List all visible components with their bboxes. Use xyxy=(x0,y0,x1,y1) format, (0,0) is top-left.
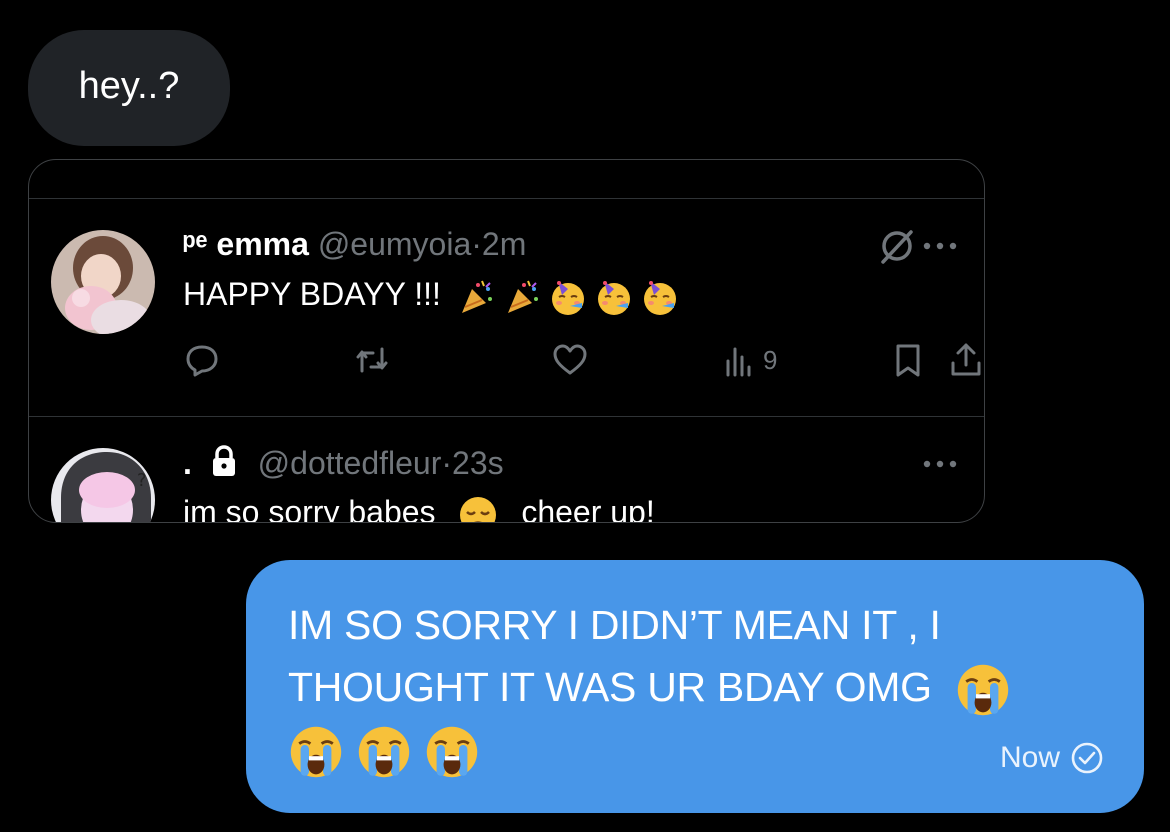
reply-button[interactable] xyxy=(183,340,221,380)
lock-icon xyxy=(212,445,235,476)
sent-check-icon xyxy=(1071,742,1103,774)
svg-text:?: ? xyxy=(137,470,147,491)
display-name[interactable]: . xyxy=(183,445,192,481)
view-count: 9 xyxy=(763,344,778,375)
separator: · xyxy=(441,445,453,481)
reply-icon xyxy=(186,345,218,377)
message-line: THOUGHT IT WAS UR BDAY OMG xyxy=(288,656,1104,718)
repost-button[interactable] xyxy=(353,340,391,380)
loudly-crying-face-icon xyxy=(956,663,1010,717)
partying-face-icon xyxy=(596,279,631,316)
analytics-icon xyxy=(726,347,751,377)
message-status: Now xyxy=(1000,727,1104,789)
loudly-crying-face-icon xyxy=(425,725,479,779)
outgoing-message-bubble[interactable]: IM SO SORRY I DIDN’T MEAN IT , I THOUGHT… xyxy=(246,560,1144,813)
views-button[interactable]: 9 xyxy=(719,340,777,380)
divider xyxy=(29,198,984,199)
avatar[interactable]: ? xyxy=(51,448,155,522)
post-text: im so sorry babes cheer up! xyxy=(183,494,655,523)
display-name[interactable]: emma xyxy=(216,226,309,262)
message-line xyxy=(288,718,1104,780)
timestamp[interactable]: 2m xyxy=(482,226,526,262)
incoming-message-bubble[interactable]: hey..? xyxy=(28,30,230,146)
handle[interactable]: @dottedfleur xyxy=(258,445,442,481)
message-time: Now xyxy=(999,741,1060,774)
grok-icon[interactable] xyxy=(877,226,917,266)
incoming-message-text: hey..? xyxy=(78,64,180,107)
bookmark-icon xyxy=(896,344,920,377)
post-text: HAPPY BDAYY !!! xyxy=(183,276,680,317)
post-text-content: HAPPY BDAYY !!! xyxy=(183,276,441,312)
like-button[interactable] xyxy=(551,340,589,380)
dm-conversation: hey..? ᵖᵉ emma @eumyoia·2m HAPPY BDAYY !… xyxy=(0,0,1170,832)
disappointed-face-icon xyxy=(460,496,497,522)
repost-icon xyxy=(356,347,388,373)
more-icon[interactable] xyxy=(920,458,960,470)
separator: · xyxy=(471,226,482,262)
loudly-crying-face-icon xyxy=(357,725,411,779)
handle[interactable]: @eumyoia xyxy=(318,226,471,262)
quoted-post-card[interactable]: ᵖᵉ emma @eumyoia·2m HAPPY BDAYY !!! 9 ? … xyxy=(28,159,985,523)
bookmark-button[interactable] xyxy=(889,340,927,380)
message-line: IM SO SORRY I DIDN’T MEAN IT , I xyxy=(288,602,941,648)
share-button[interactable] xyxy=(947,340,984,380)
party-popper-icon xyxy=(506,279,539,314)
message-line-text: THOUGHT IT WAS UR BDAY OMG xyxy=(288,664,932,710)
partying-face-icon xyxy=(550,279,585,316)
post-actions: 9 xyxy=(183,340,983,384)
share-icon xyxy=(951,343,981,376)
display-name-symbol: ᵖᵉ xyxy=(183,226,208,262)
avatar[interactable] xyxy=(51,230,155,334)
party-popper-icon xyxy=(460,279,493,314)
heart-icon xyxy=(553,344,587,375)
post-header: ᵖᵉ emma @eumyoia·2m xyxy=(183,226,526,263)
post-text-content: im so sorry babes xyxy=(183,494,436,523)
partying-face-icon xyxy=(642,279,677,316)
more-icon[interactable] xyxy=(920,240,960,252)
post-text-content-end: cheer up! xyxy=(521,494,655,523)
loudly-crying-face-icon xyxy=(289,725,343,779)
divider xyxy=(29,416,984,417)
post-header: . @dottedfleur·23s xyxy=(183,444,504,482)
timestamp[interactable]: 23s xyxy=(452,445,504,481)
